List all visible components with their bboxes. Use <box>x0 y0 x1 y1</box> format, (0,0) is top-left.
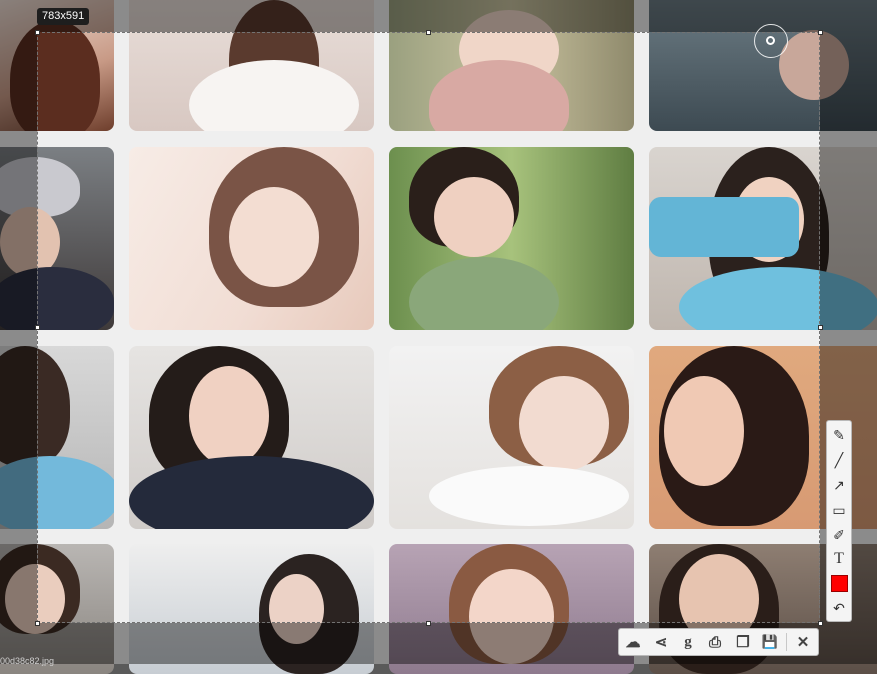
capture-selection[interactable] <box>37 32 820 623</box>
dim-overlay-left <box>0 32 37 623</box>
arrow-icon[interactable]: ↗ <box>829 475 849 495</box>
copy-icon[interactable]: ❐ <box>732 632 754 652</box>
dim-overlay-top <box>0 0 877 32</box>
filename-text: 00d38c82.jpg <box>0 656 55 666</box>
rectangle-icon[interactable]: ▭ <box>829 500 849 520</box>
text-tool-icon[interactable]: T <box>829 549 849 569</box>
drawing-toolbar: ✎ ╱ ↗ ▭ ✐ T ↶ <box>826 420 852 622</box>
print-icon[interactable]: ⎙ <box>704 632 726 652</box>
undo-icon[interactable]: ↶ <box>829 598 849 618</box>
highlighter-icon[interactable]: ✐ <box>829 525 849 545</box>
resize-handle-nw[interactable] <box>35 30 40 35</box>
share-icon[interactable]: ⋖ <box>650 632 672 652</box>
selection-size-label: 783x591 <box>37 8 90 25</box>
target-icon <box>754 24 788 58</box>
close-icon[interactable]: ✕ <box>792 632 814 652</box>
save-icon[interactable]: 💾 <box>759 632 781 652</box>
capture-action-bar: ☁ ⋖ g ⎙ ❐ 💾 ✕ <box>618 628 819 656</box>
color-swatch <box>830 574 848 592</box>
action-divider <box>786 633 787 651</box>
resize-handle-ne[interactable] <box>818 30 823 35</box>
line-icon[interactable]: ╱ <box>829 450 849 470</box>
upload-cloud-icon[interactable]: ☁ <box>622 632 644 652</box>
resize-handle-e[interactable] <box>818 325 823 330</box>
color-picker-swatch[interactable] <box>829 573 849 593</box>
pencil-brush-icon[interactable]: ✎ <box>829 425 849 445</box>
resize-handle-s[interactable] <box>426 621 431 626</box>
resize-handle-sw[interactable] <box>35 621 40 626</box>
resize-handle-w[interactable] <box>35 325 40 330</box>
resize-handle-se[interactable] <box>818 621 823 626</box>
google-search-icon[interactable]: g <box>677 632 699 652</box>
resize-handle-n[interactable] <box>426 30 431 35</box>
